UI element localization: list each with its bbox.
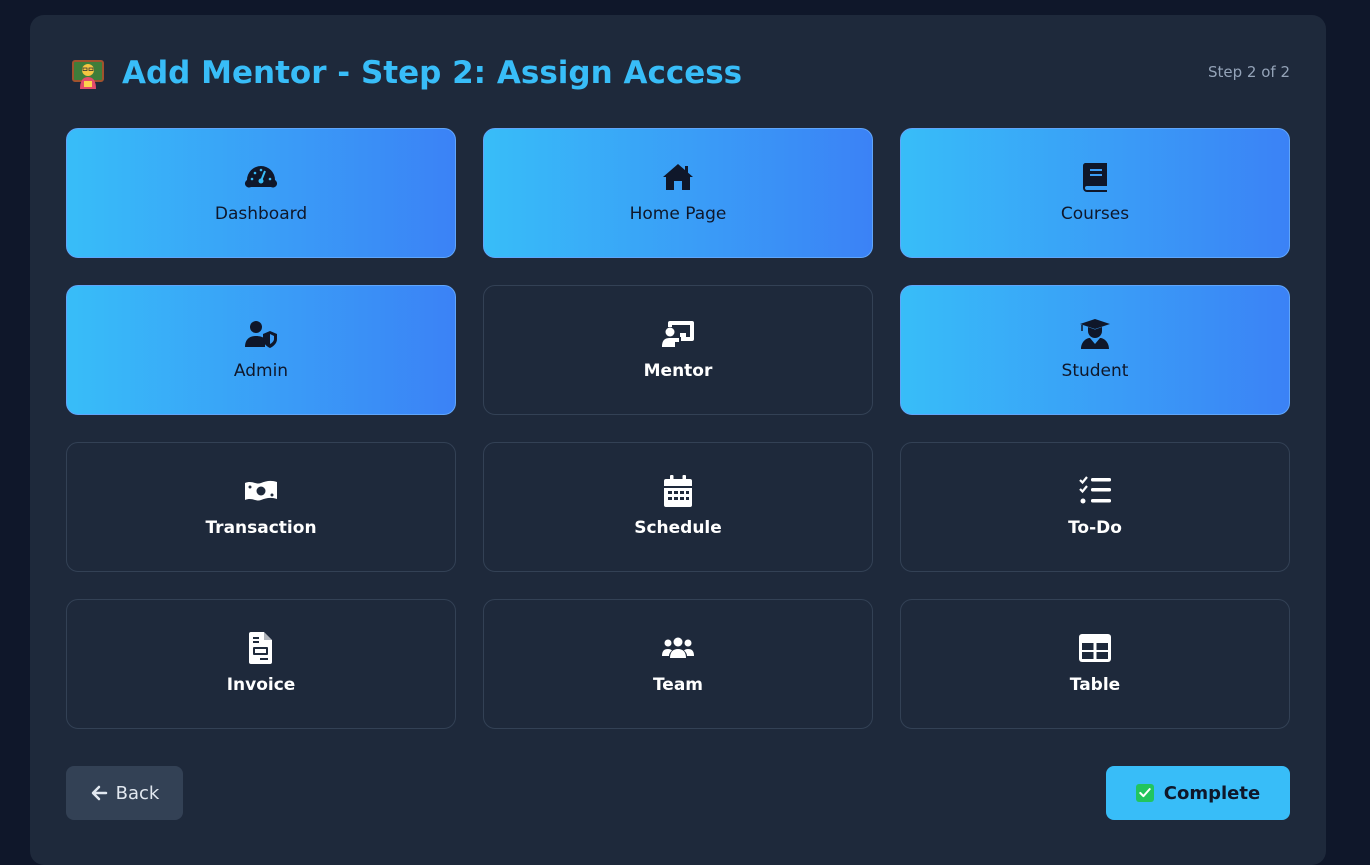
tile-label: Home Page <box>629 204 727 224</box>
tile-label: To-Do <box>1068 518 1122 538</box>
tile-label: Admin <box>233 361 289 381</box>
tile-label: Invoice <box>226 675 296 695</box>
tile-label: Student <box>1061 361 1129 381</box>
header: Add Mentor - Step 2: Assign Access Step … <box>66 51 1290 99</box>
step-indicator: Step 2 of 2 <box>1207 63 1290 81</box>
tile-label: Mentor <box>643 361 713 381</box>
tile-label: Dashboard <box>214 204 308 224</box>
complete-button-label: Complete <box>1163 782 1261 804</box>
access-tile-invoice[interactable]: Invoice <box>66 599 456 729</box>
table-icon <box>1078 631 1112 665</box>
check-mark-icon <box>1135 784 1154 802</box>
title-wrap: Add Mentor - Step 2: Assign Access <box>70 55 742 91</box>
tile-label: Team <box>652 675 704 695</box>
access-tile-mentor[interactable]: Mentor <box>483 285 873 415</box>
access-tile-admin[interactable]: Admin <box>66 285 456 415</box>
access-tile-student[interactable]: Student <box>900 285 1290 415</box>
invoice-icon <box>244 631 278 665</box>
access-tile-to-do[interactable]: To-Do <box>900 442 1290 572</box>
chalkboard-user-icon <box>661 317 695 351</box>
tile-label: Transaction <box>205 518 317 538</box>
graduate-icon <box>1078 317 1112 351</box>
access-tile-team[interactable]: Team <box>483 599 873 729</box>
home-icon <box>661 160 695 194</box>
book-icon <box>1078 160 1112 194</box>
tile-label: Schedule <box>634 518 722 538</box>
access-panel: Add Mentor - Step 2: Assign Access Step … <box>30 15 1326 865</box>
access-tile-schedule[interactable]: Schedule <box>483 442 873 572</box>
access-tile-courses[interactable]: Courses <box>900 128 1290 258</box>
arrow-left-icon <box>90 784 108 802</box>
gauge-icon <box>244 160 278 194</box>
complete-button[interactable]: Complete <box>1106 766 1290 820</box>
tile-label: Courses <box>1060 204 1130 224</box>
tile-label: Table <box>1069 675 1121 695</box>
calendar-icon <box>661 474 695 508</box>
back-button-label: Back <box>115 782 160 804</box>
back-button[interactable]: Back <box>66 766 183 820</box>
access-tile-dashboard[interactable]: Dashboard <box>66 128 456 258</box>
user-shield-icon <box>244 317 278 351</box>
page-title: Add Mentor - Step 2: Assign Access <box>122 55 743 91</box>
money-bill-icon <box>244 474 278 508</box>
access-tile-table[interactable]: Table <box>900 599 1290 729</box>
access-tile-home-page[interactable]: Home Page <box>483 128 873 258</box>
users-icon <box>661 631 695 665</box>
list-check-icon <box>1078 474 1112 508</box>
access-grid: Dashboard Home Page Courses Admin Mentor… <box>66 128 1290 729</box>
access-tile-transaction[interactable]: Transaction <box>66 442 456 572</box>
teacher-emoji-icon <box>70 55 106 91</box>
